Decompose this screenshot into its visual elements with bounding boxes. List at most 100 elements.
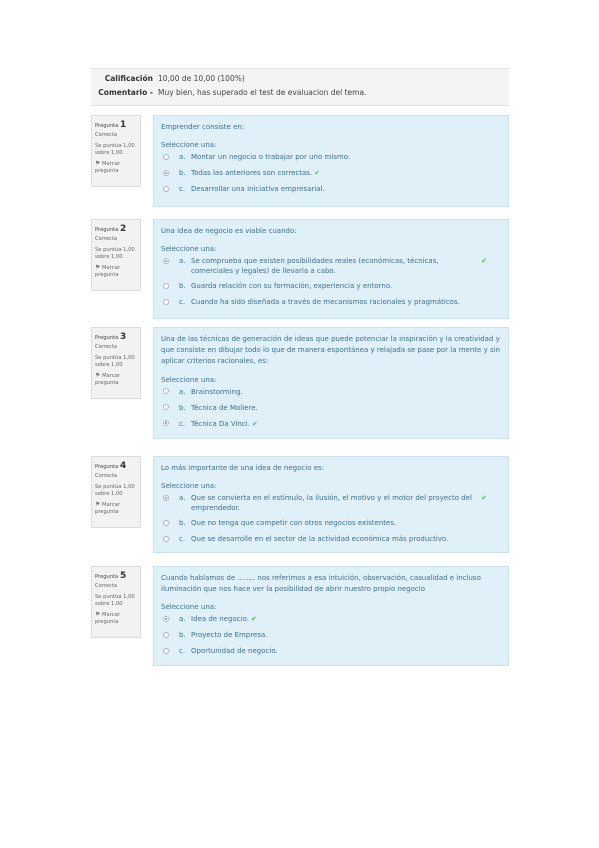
question-content: Una idea de negocio es viable cuando: Se… (153, 219, 509, 319)
radio-button-selected[interactable] (163, 615, 169, 622)
flag-icon: ⚑ (95, 160, 101, 168)
answer-text: Todas las anteriores son correctas. (191, 169, 313, 178)
question-number: Pregunta 2 (95, 224, 127, 234)
correct-check-icon: ✔ (481, 494, 487, 503)
answer-list: a. Idea de negocio. ✔ b. Proyecto de Empr… (161, 614, 501, 657)
correct-check-icon: ✔ (481, 257, 487, 266)
question-content: Cuando hablamos de ........ nos referimo… (153, 566, 509, 666)
radio-button[interactable] (163, 153, 169, 160)
question-number: Pregunta 5 (95, 571, 127, 581)
question-state: Correcta (95, 236, 118, 243)
radio-button[interactable] (163, 631, 169, 638)
answer-option-c[interactable]: c. Desarrollar una iniciativa empresaria… (161, 184, 501, 195)
answer-text: Proyecto de Empresa. (191, 631, 268, 640)
radio-button[interactable] (163, 647, 169, 654)
answer-option-b[interactable]: b. Técnica de Moliere. (161, 403, 501, 414)
answer-option-a[interactable]: a. Brainstorming. (161, 387, 501, 398)
radio-button[interactable] (163, 298, 169, 305)
question-grade: Se puntúa 1,00 sobre 1,00 (95, 484, 135, 498)
question-text: Una de las técnicas de generación de ide… (161, 335, 500, 366)
answer-text: Brainstorming. (191, 387, 243, 396)
question-state: Correcta (95, 132, 118, 139)
answer-prompt: Seleccione una: (161, 482, 217, 491)
answer-list: a. Montar un negocio o trabajar por uno … (161, 152, 501, 195)
correct-check-icon: ✔ (314, 169, 321, 178)
question-info: Pregunta 1 Correcta Se puntúa 1,00 sobre… (91, 115, 141, 187)
answer-option-a[interactable]: a. Se comprueba que existen posibilidade… (161, 256, 501, 276)
question-grade: Se puntúa 1,00 sobre 1,00 (95, 355, 135, 369)
answer-text: Idea de negocio. (191, 615, 249, 624)
question-state: Correcta (95, 583, 118, 590)
question-grade: Se puntúa 1,00 sobre 1,00 (95, 143, 135, 157)
answer-text: Cuando ha sido diseñada a través de meca… (191, 298, 460, 307)
radio-button[interactable] (163, 535, 169, 542)
answer-prompt: Seleccione una: (161, 245, 217, 254)
radio-button-selected[interactable] (163, 257, 169, 264)
comment-row: Comentario - Muy bien, has superado el t… (91, 86, 509, 100)
flag-question-link[interactable]: ⚑ Marcar pregunta (95, 611, 137, 626)
question-number: Pregunta 1 (95, 120, 127, 130)
comment-value: Muy bien, has superado el test de evalua… (158, 88, 367, 97)
answer-option-c[interactable]: c. Oportunidad de negocio. (161, 646, 501, 657)
answer-text: Que se desarrolle en el sector de la act… (191, 535, 449, 544)
answer-text: Guarda relación con su formación, experi… (191, 282, 393, 291)
flag-question-link[interactable]: ⚑ Marcar pregunta (95, 372, 137, 387)
answer-text: Desarrollar una iniciativa empresarial. (191, 185, 325, 194)
grade-label: Calificación (104, 74, 153, 83)
question-content: Una de las técnicas de generación de ide… (153, 327, 509, 439)
flag-question-link[interactable]: ⚑ Marcar pregunta (95, 264, 137, 279)
answer-option-c[interactable]: c. Cuando ha sido diseñada a través de m… (161, 297, 501, 308)
radio-button[interactable] (163, 185, 169, 192)
radio-button-selected[interactable] (163, 169, 169, 176)
answer-option-c[interactable]: c. Que se desarrolle en el sector de la … (161, 534, 501, 545)
answer-prompt: Seleccione una: (161, 375, 217, 384)
radio-button-selected[interactable] (163, 494, 169, 501)
question-text: Emprender consiste en: (161, 123, 245, 131)
answer-option-b[interactable]: b. Proyecto de Empresa. (161, 630, 501, 641)
flag-question-link[interactable]: ⚑ Marcar pregunta (95, 160, 137, 175)
question-info: Pregunta 2 Correcta Se puntúa 1,00 sobre… (91, 219, 141, 291)
answer-option-b[interactable]: b. Que no tenga que competir con otros n… (161, 518, 501, 529)
question-text: Una idea de negocio es viable cuando: (161, 227, 297, 235)
answer-option-a[interactable]: a. Montar un negocio o trabajar por uno … (161, 152, 501, 163)
question-info: Pregunta 5 Correcta Se puntúa 1,00 sobre… (91, 566, 141, 638)
grade-row: Calificación 10,00 de 10,00 (100%) (91, 72, 509, 86)
answer-text: Oportunidad de negocio. (191, 647, 278, 656)
question-content: Emprender consiste en: Seleccione una: a… (153, 115, 509, 207)
question-text: Cuando hablamos de ........ nos referimo… (161, 574, 481, 594)
answer-text: Técnica de Moliere. (191, 403, 258, 412)
question-number: Pregunta 4 (95, 461, 127, 471)
flag-icon: ⚑ (95, 611, 101, 619)
answer-list: a. Brainstorming. b. Técnica de Moliere.… (161, 387, 501, 430)
answer-option-c[interactable]: c. Técnica Da Vinci. ✔ (161, 419, 501, 430)
answer-option-b[interactable]: b. Guarda relación con su formación, exp… (161, 281, 501, 292)
comment-label: Comentario - (98, 88, 153, 97)
answer-text: Técnica Da Vinci. (191, 419, 250, 428)
question-grade: Se puntúa 1,00 sobre 1,00 (95, 594, 135, 608)
radio-button[interactable] (163, 388, 169, 395)
answer-text: Que se convierta en el estímulo, la ilus… (191, 494, 472, 513)
answer-option-b[interactable]: b. Todas las anteriores son correctas. ✔ (161, 168, 501, 179)
question-grade: Se puntúa 1,00 sobre 1,00 (95, 247, 135, 261)
grade-value: 10,00 de 10,00 (100%) (158, 74, 245, 83)
answer-option-a[interactable]: a. Idea de negocio. ✔ (161, 614, 501, 625)
flag-question-link[interactable]: ⚑ Marcar pregunta (95, 501, 137, 516)
correct-check-icon: ✔ (251, 419, 258, 428)
answer-text: Se comprueba que existen posibilidades r… (191, 257, 439, 276)
radio-button[interactable] (163, 282, 169, 289)
question-text: Lo más importante de una idea de negocio… (161, 464, 325, 472)
answer-prompt: Seleccione una: (161, 603, 217, 612)
question-state: Correcta (95, 344, 118, 351)
answer-text: Montar un negocio o trabajar por uno mis… (191, 153, 351, 162)
radio-button[interactable] (163, 404, 169, 411)
radio-button[interactable] (163, 519, 169, 526)
question-state: Correcta (95, 473, 118, 480)
flag-icon: ⚑ (95, 264, 101, 272)
answer-option-a[interactable]: a. Que se convierta en el estímulo, la i… (161, 493, 501, 513)
flag-icon: ⚑ (95, 372, 101, 380)
radio-button-selected[interactable] (163, 420, 169, 427)
question-info: Pregunta 3 Correcta Se puntúa 1,00 sobre… (91, 327, 141, 399)
answer-list: a. Que se convierta en el estímulo, la i… (161, 493, 501, 545)
question-info: Pregunta 4 Correcta Se puntúa 1,00 sobre… (91, 456, 141, 528)
answer-prompt: Seleccione una: (161, 141, 217, 150)
